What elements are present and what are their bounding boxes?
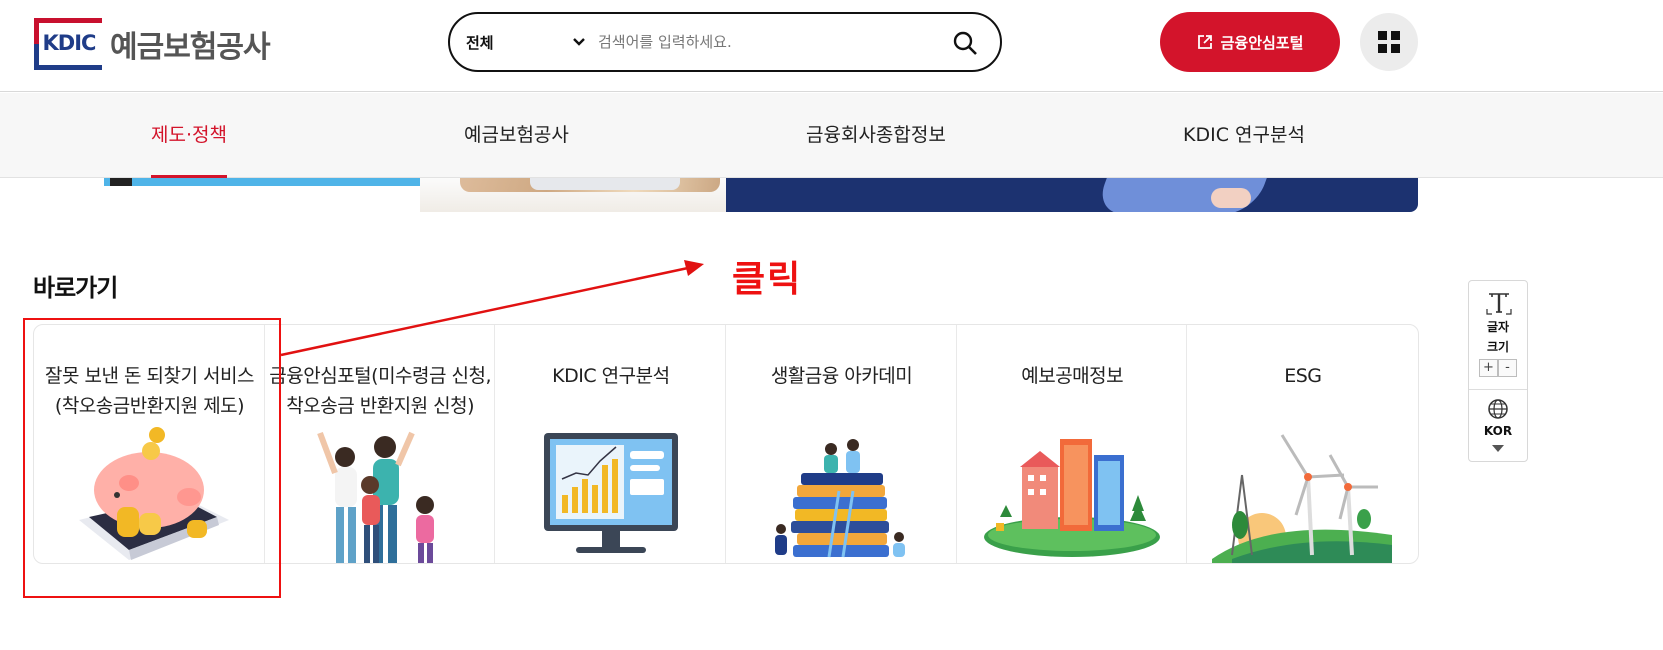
click-annotation-label: 클릭 [732, 259, 803, 300]
globe-icon[interactable] [1487, 398, 1509, 420]
text-size-controls: + - [1479, 359, 1517, 377]
accessibility-widget: 글자 크기 + - KOR [1468, 280, 1528, 462]
language-select[interactable]: KOR [1469, 424, 1527, 438]
caret-down-icon[interactable] [1492, 445, 1504, 452]
text-size-increase-button[interactable]: + [1479, 359, 1498, 377]
text-size-label: 글자 크기 [1486, 320, 1510, 354]
widget-divider [1469, 389, 1527, 390]
text-size-icon [1486, 293, 1512, 315]
page: KDIC 예금보험공사 전체 금융안심포털 제도·정책 예금보험공사 [0, 0, 1663, 650]
text-size-decrease-button[interactable]: - [1498, 359, 1517, 377]
annotation-arrow [280, 260, 704, 357]
